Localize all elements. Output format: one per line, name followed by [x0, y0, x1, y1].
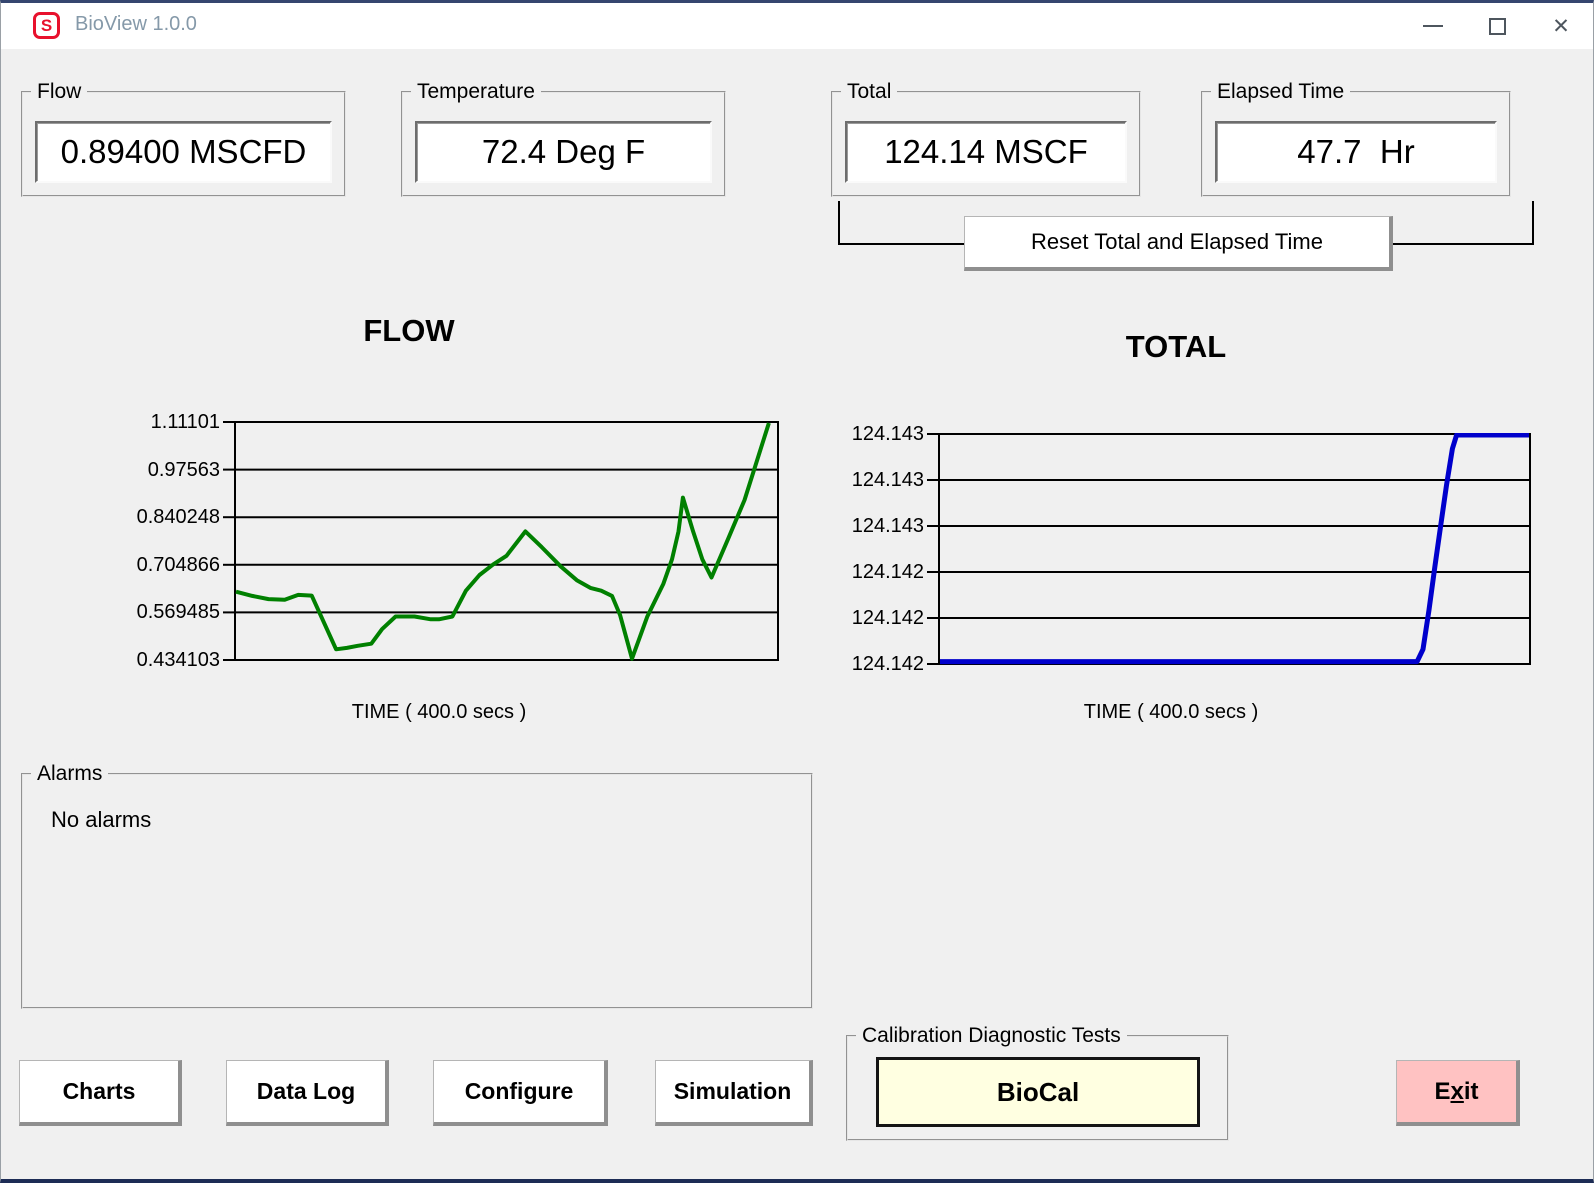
flow-group-label: Flow	[31, 80, 87, 104]
total-chart-plot	[926, 433, 1531, 665]
maximize-icon	[1489, 18, 1506, 35]
temperature-value-display: 72.4 Deg F	[415, 121, 712, 183]
flow-chart-plot	[222, 421, 779, 661]
data-log-button[interactable]: Data Log	[226, 1060, 389, 1126]
y-axis-tick-label: 124.142	[852, 606, 924, 630]
bracket-left-line	[838, 201, 840, 245]
elapsed-time-group-label: Elapsed Time	[1211, 80, 1350, 104]
close-icon: ✕	[1552, 16, 1570, 37]
charts-button[interactable]: Charts	[19, 1060, 182, 1126]
exit-button[interactable]: Exit	[1396, 1060, 1520, 1126]
elapsed-time-group: Elapsed Time 47.7 Hr	[1201, 91, 1511, 197]
titlebar: S BioView 1.0.0 ✕	[1, 3, 1593, 49]
simulation-button[interactable]: Simulation	[655, 1060, 813, 1126]
minimize-icon	[1423, 25, 1443, 27]
calibration-diagnostic-group: Calibration Diagnostic Tests BioCal	[846, 1035, 1229, 1141]
y-axis-tick-label: 124.142	[852, 652, 924, 676]
minimize-button[interactable]	[1401, 3, 1465, 49]
biocal-button[interactable]: BioCal	[876, 1057, 1200, 1127]
reset-total-elapsed-button[interactable]: Reset Total and Elapsed Time	[964, 216, 1393, 271]
total-value-display: 124.14 MSCF	[845, 121, 1127, 183]
flow-value-display: 0.89400 MSCFD	[35, 121, 332, 183]
flow-chart-y-axis: 1.111010.975630.8402480.7048660.5694850.…	[112, 421, 220, 661]
calibration-group-label: Calibration Diagnostic Tests	[856, 1024, 1127, 1048]
flow-group: Flow 0.89400 MSCFD	[21, 91, 346, 197]
y-axis-tick-label: 0.704866	[137, 553, 220, 577]
total-chart-title: TOTAL	[936, 329, 1416, 365]
alarms-group-label: Alarms	[31, 762, 108, 786]
elapsed-time-value-display: 47.7 Hr	[1215, 121, 1497, 183]
flow-chart-x-label: TIME ( 400.0 secs )	[234, 701, 644, 724]
flow-chart-title: FLOW	[234, 313, 584, 349]
y-axis-tick-label: 124.143	[852, 514, 924, 538]
y-axis-tick-label: 0.97563	[148, 458, 220, 482]
total-chart-x-label: TIME ( 400.0 secs )	[936, 701, 1406, 724]
alarms-group: Alarms No alarms	[21, 773, 813, 1009]
alarms-message: No alarms	[51, 807, 151, 833]
temperature-group: Temperature 72.4 Deg F	[401, 91, 726, 197]
window-title: BioView 1.0.0	[75, 13, 197, 36]
y-axis-tick-label: 0.434103	[137, 648, 220, 672]
close-button[interactable]: ✕	[1529, 3, 1593, 49]
bracket-right-line	[1532, 201, 1534, 245]
temperature-group-label: Temperature	[411, 80, 541, 104]
total-group: Total 124.14 MSCF	[831, 91, 1141, 197]
y-axis-tick-label: 0.569485	[137, 600, 220, 624]
window-controls: ✕	[1401, 3, 1593, 49]
maximize-button[interactable]	[1465, 3, 1529, 49]
y-axis-tick-label: 124.142	[852, 560, 924, 584]
y-axis-tick-label: 124.143	[852, 422, 924, 446]
app-logo-icon: S	[33, 12, 60, 39]
y-axis-tick-label: 124.143	[852, 468, 924, 492]
bioview-window: S BioView 1.0.0 ✕ Flow 0.89400 MSCFD Tem…	[0, 0, 1594, 1183]
configure-button[interactable]: Configure	[433, 1060, 608, 1126]
y-axis-tick-label: 0.840248	[137, 505, 220, 529]
total-group-label: Total	[841, 80, 897, 104]
total-chart-y-axis: 124.143124.143124.143124.142124.142124.1…	[816, 433, 924, 665]
y-axis-tick-label: 1.11101	[151, 410, 220, 434]
